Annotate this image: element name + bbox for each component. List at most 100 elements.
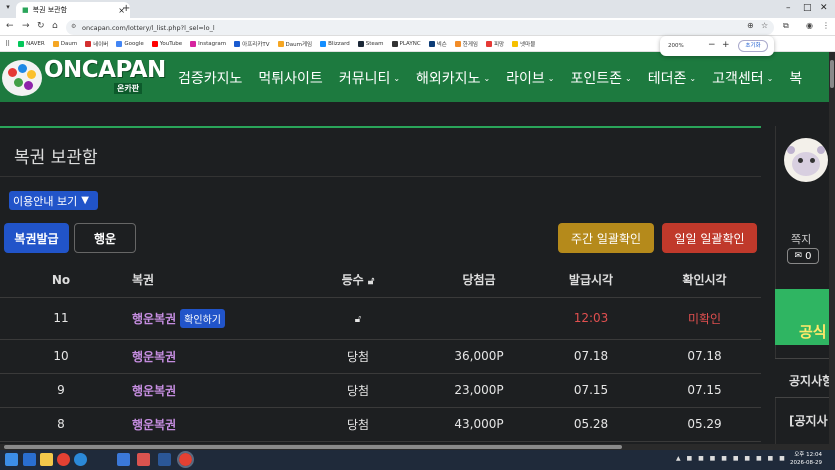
tab-luck[interactable]: 행운: [74, 223, 136, 253]
col-prize: 당첨금: [424, 263, 534, 298]
bookmark-favicon-icon: [320, 40, 327, 47]
maximize-icon[interactable]: □: [803, 3, 812, 13]
table-row: 9 행운복권 당첨 23,000P 07.15 07.15: [0, 373, 761, 408]
zoom-reset-button[interactable]: 초기화: [738, 40, 768, 52]
lottery-name-link[interactable]: 행운복권: [132, 418, 176, 432]
horizontal-scroll-thumb[interactable]: [4, 445, 622, 449]
bookmark-item[interactable]: YouTube: [151, 40, 182, 47]
bookmark-item[interactable]: 넥슨: [428, 40, 447, 48]
home-icon[interactable]: ⌂: [52, 21, 58, 31]
close-window-icon[interactable]: ✕: [820, 3, 828, 13]
guide-button-label: 이용안내 보기: [13, 194, 78, 208]
memo-button[interactable]: ✉ 0: [787, 248, 819, 264]
nav-item[interactable]: 포인트존 ⌄: [571, 68, 632, 88]
confirm-button[interactable]: 확인하기: [180, 308, 225, 328]
bookmark-favicon-icon: [512, 40, 519, 47]
cell-rank: 🔓︎: [292, 297, 424, 340]
windows-start-icon[interactable]: [5, 453, 18, 466]
zoom-level: 200%: [668, 43, 684, 49]
new-tab-icon[interactable]: +: [122, 3, 130, 14]
nav-item-label: 검증카지노: [178, 71, 243, 87]
word-icon[interactable]: [158, 453, 171, 466]
cell-lottery: 행운복권: [122, 407, 292, 442]
nav-item[interactable]: 고객센터 ⌄: [712, 68, 773, 88]
zoom-out-button[interactable]: −: [708, 40, 716, 50]
site-info-icon[interactable]: ⚙: [71, 23, 76, 30]
lottery-name-link[interactable]: 행운복권: [132, 312, 176, 326]
daily-confirm-button[interactable]: 일일 일괄확인: [662, 223, 757, 253]
minimize-icon[interactable]: –: [786, 3, 791, 13]
bookmark-item[interactable]: Daum게임: [277, 40, 313, 48]
notice-item[interactable]: [공지사: [775, 400, 835, 444]
tab-lottery-issue[interactable]: 복권발급: [4, 223, 69, 253]
app-icon[interactable]: [137, 453, 150, 466]
nav-item[interactable]: 커뮤니티 ⌄: [339, 68, 400, 88]
bookmark-item[interactable]: Instagram: [190, 40, 226, 47]
edge-icon[interactable]: [74, 453, 87, 466]
notice-header[interactable]: 공지사항: [775, 358, 835, 398]
apps-icon[interactable]: ⠿: [5, 40, 10, 48]
weekly-confirm-button[interactable]: 주간 일괄확인: [558, 223, 654, 253]
bookmark-item[interactable]: 아프리카TV: [234, 40, 270, 48]
back-icon[interactable]: ←: [6, 21, 14, 31]
bookmark-item[interactable]: NAVER: [18, 40, 45, 47]
system-tray-icons[interactable]: ▲ ■ ■ ■ ■ ■ ■ ■ ■ ■: [676, 455, 787, 462]
bookmark-label: 네이버: [93, 41, 109, 48]
tab-search-icon[interactable]: ▾: [3, 3, 13, 13]
chevron-down-icon: ⌄: [393, 73, 401, 83]
nav-item[interactable]: 복: [789, 68, 802, 88]
zoom-icon[interactable]: ⊕: [747, 21, 754, 30]
nav-item[interactable]: 라이브 ⌄: [506, 68, 554, 88]
clock[interactable]: 오후 12:04 2026-08-29: [790, 451, 822, 467]
lottery-name-link[interactable]: 행운복권: [132, 350, 176, 364]
official-banner[interactable]: 공식: [775, 289, 835, 345]
bookmark-favicon-icon: [454, 40, 461, 47]
browser-tab[interactable]: ■ 복권 보관함 ×: [16, 2, 130, 18]
nav-item[interactable]: 먹튀사이트: [258, 68, 322, 88]
nav-item-label: 포인트존: [570, 71, 623, 87]
lottery-name-link[interactable]: 행운복권: [132, 384, 176, 398]
bookmark-item[interactable]: Blizzard: [320, 40, 350, 47]
app-icon[interactable]: [117, 453, 130, 466]
envelope-icon: ✉: [794, 251, 803, 261]
profile-icon[interactable]: ◉: [806, 21, 813, 30]
reload-icon[interactable]: ↻: [37, 21, 45, 31]
bookmark-item[interactable]: PLAYNC: [391, 40, 421, 47]
file-explorer-icon[interactable]: [40, 453, 53, 466]
bookmark-item[interactable]: 넷마블: [512, 40, 535, 48]
taskview-icon[interactable]: [23, 453, 36, 466]
bookmark-label: Daum게임: [285, 41, 313, 48]
bookmark-item[interactable]: 피망: [485, 40, 504, 48]
extensions-icon[interactable]: ⧉: [783, 21, 789, 31]
cell-prize: 43,000P: [424, 407, 534, 442]
menu-icon[interactable]: ⋮: [822, 21, 830, 30]
bookmark-item[interactable]: Steam: [357, 40, 384, 47]
forward-icon[interactable]: →: [22, 21, 30, 31]
chrome-icon[interactable]: [57, 453, 70, 466]
nav-item[interactable]: 해외카지노 ⌄: [416, 68, 490, 88]
cell-checked: 07.15: [648, 373, 761, 408]
nav-item-label: 라이브: [506, 71, 545, 87]
vertical-scrollbar[interactable]: [829, 52, 835, 444]
bookmark-star-icon[interactable]: ☆: [761, 21, 768, 30]
zoom-popup: 200% − + 초기화: [660, 36, 774, 56]
zoom-in-button[interactable]: +: [722, 40, 730, 50]
bookmark-item[interactable]: 네이버: [85, 40, 108, 48]
bookmark-favicon-icon: [52, 40, 59, 47]
chevron-down-icon: ⌄: [547, 73, 555, 83]
nav-item[interactable]: 검증카지노: [178, 68, 242, 88]
nav-item-label: 고객센터: [712, 71, 764, 87]
nav-item[interactable]: 테더존 ⌄: [648, 68, 696, 88]
url-input[interactable]: ⚙ oncapan.com/lottery/l_list.php?l_sel=l…: [66, 20, 774, 35]
main-menu: 검증카지노 먹튀사이트 커뮤니티 ⌄ 해외카지노 ⌄ 라이브 ⌄ 포인트존 ⌄ 테더존 ⌄ 고객센터 ⌄ 복: [178, 68, 802, 88]
guide-button[interactable]: 이용안내 보기 ▼: [9, 191, 98, 210]
bookmark-item[interactable]: Google: [116, 40, 144, 47]
avatar[interactable]: [784, 138, 828, 182]
chrome-active-icon[interactable]: [177, 451, 194, 468]
cell-prize: 36,000P: [424, 339, 534, 374]
memo-count: 0: [805, 250, 812, 262]
bookmark-item[interactable]: Daum: [52, 40, 77, 47]
site-logo[interactable]: ONCAPAN 온카판: [2, 56, 166, 100]
vertical-scroll-thumb[interactable]: [830, 60, 834, 88]
bookmark-item[interactable]: 한게임: [454, 40, 478, 48]
